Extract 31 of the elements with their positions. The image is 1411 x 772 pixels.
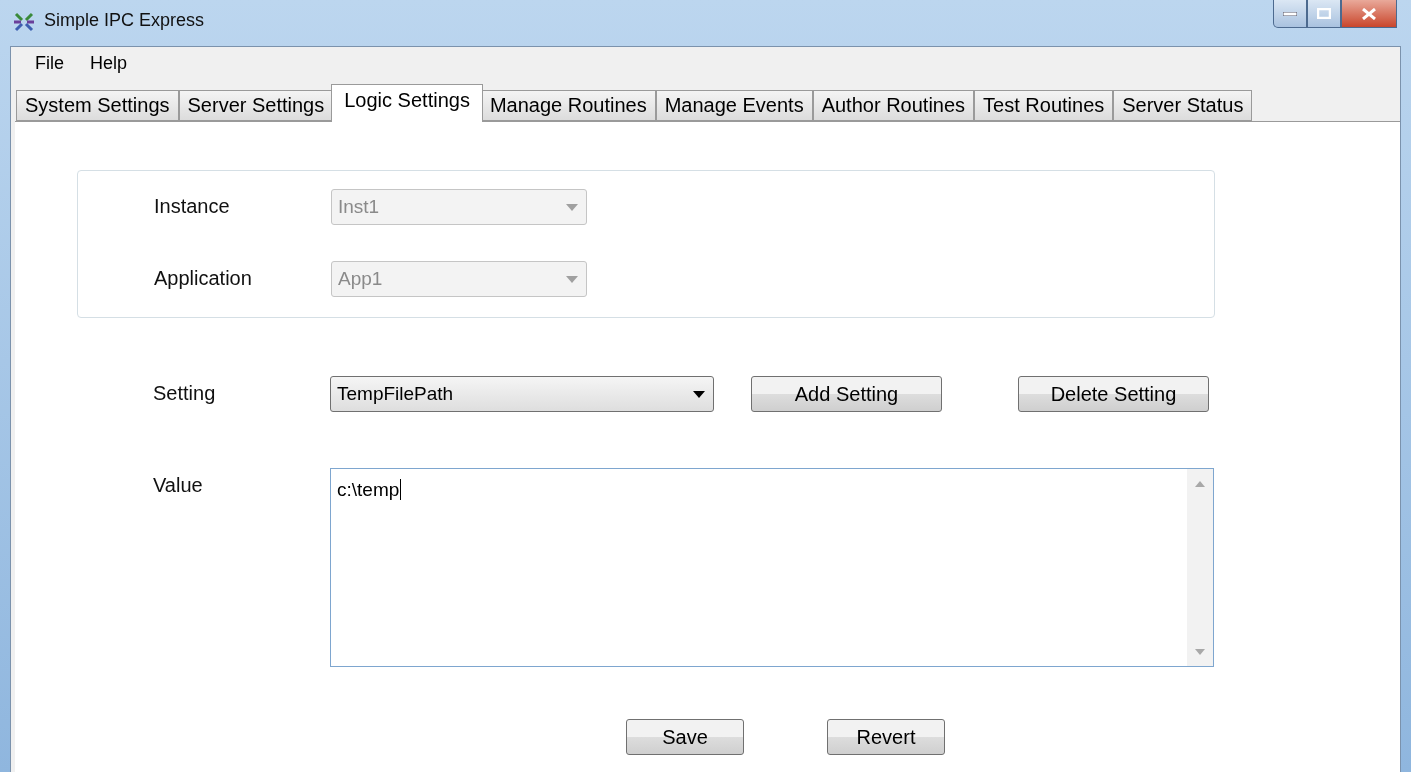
minimize-icon	[1283, 11, 1297, 16]
tab[interactable]: Logic Settings	[331, 84, 483, 122]
close-icon	[1361, 7, 1377, 20]
app-logo-icon	[12, 10, 36, 34]
window-title: Simple IPC Express	[44, 10, 205, 31]
tab[interactable]: Test Routines	[974, 90, 1114, 121]
tab[interactable]: Manage Routines	[480, 90, 656, 121]
dropdown-arrow-icon	[566, 275, 578, 283]
delete-setting-button[interactable]: Delete Setting	[1018, 376, 1209, 412]
save-button[interactable]: Save	[626, 719, 744, 755]
dropdown-arrow-icon	[566, 203, 578, 211]
revert-button[interactable]: Revert	[827, 719, 945, 755]
menu-item[interactable]: Help	[82, 53, 136, 79]
menu-item[interactable]: File	[27, 53, 72, 79]
add-setting-button[interactable]: Add Setting	[751, 376, 942, 412]
close-button[interactable]	[1341, 0, 1397, 28]
dropdown-arrow-icon	[693, 390, 705, 398]
minimize-button[interactable]	[1273, 0, 1307, 28]
dropdown[interactable]: TempFilePath	[330, 376, 714, 412]
tab[interactable]: Author Routines	[812, 90, 975, 121]
field-label: Setting	[153, 381, 217, 405]
maximize-icon	[1317, 8, 1331, 19]
field-label: Application	[154, 266, 253, 290]
field-label: Instance	[154, 194, 231, 218]
tab[interactable]: Server Settings	[178, 90, 334, 121]
maximize-button[interactable]	[1307, 0, 1341, 28]
tab[interactable]: Server Status	[1113, 90, 1253, 121]
tab[interactable]: Manage Events	[655, 90, 813, 121]
value-text-area[interactable]: c:\temp	[330, 468, 1214, 667]
tab[interactable]: System Settings	[16, 90, 179, 121]
field-label: Value	[153, 473, 204, 497]
